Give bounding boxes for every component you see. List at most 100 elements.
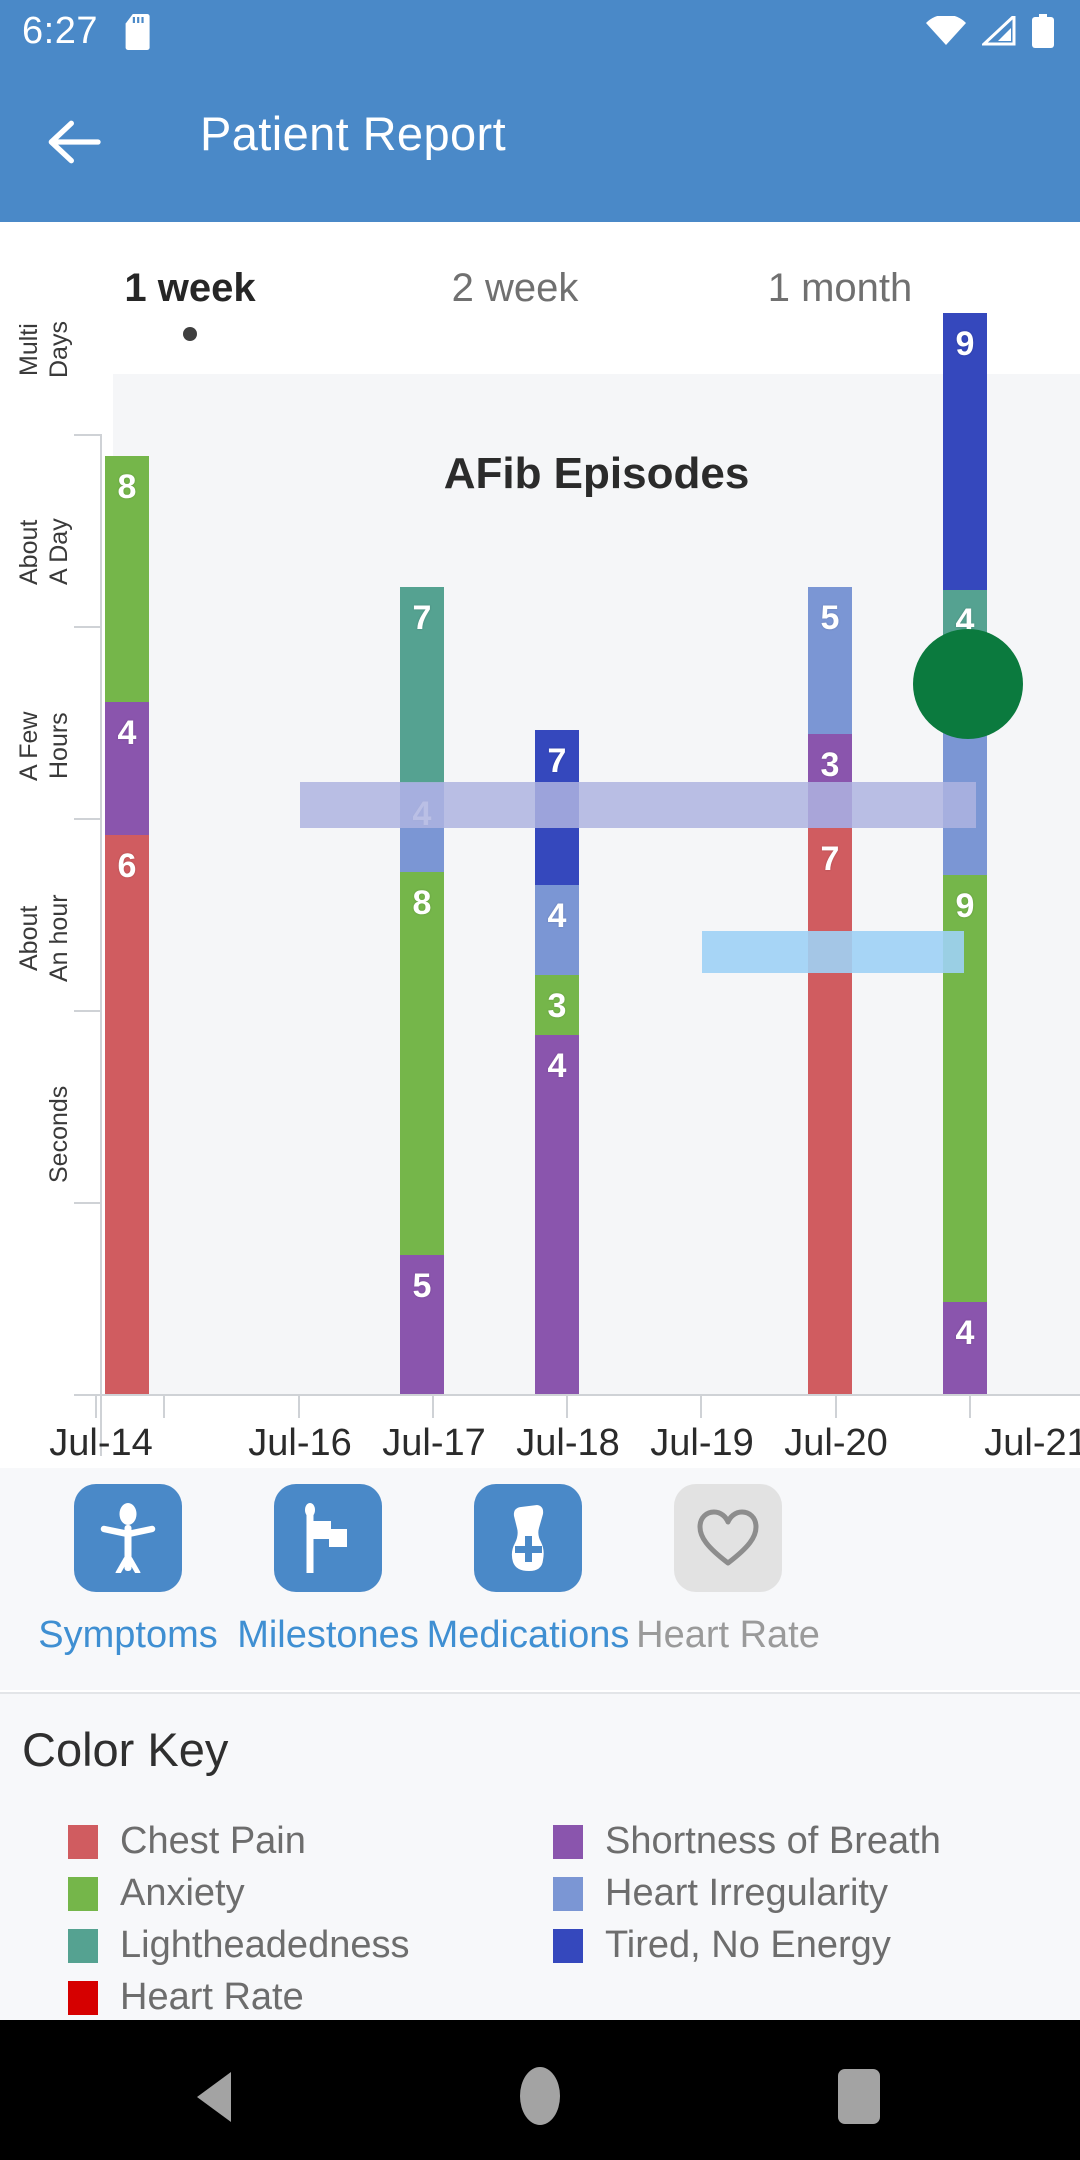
y-axis-label-multi-days: Multi Days	[15, 321, 73, 379]
legend-item-tired-no-energy[interactable]: Tired, No Energy	[553, 1924, 891, 1967]
bar-segment[interactable]: 8	[400, 872, 444, 1255]
legend-swatch	[68, 1876, 98, 1911]
legend-item-shortness-of-breath[interactable]: Shortness of Breath	[553, 1820, 941, 1863]
legend-swatch	[68, 1824, 98, 1859]
flag-icon	[305, 1503, 347, 1573]
bar-segment-value: 6	[117, 847, 137, 885]
nav-back-icon[interactable]	[197, 2072, 231, 2122]
bar-segment[interactable]: 7	[808, 828, 852, 1394]
bar-segment-value: 4	[117, 714, 137, 752]
y-axis-label-seconds: Seconds	[45, 1085, 73, 1183]
legend-swatch	[553, 1928, 583, 1963]
x-axis-tick	[298, 1396, 300, 1418]
bar-segment-value: 5	[412, 1267, 432, 1305]
tab-2-week-label: 2 week	[451, 266, 579, 310]
x-axis-tick	[969, 1396, 971, 1418]
legend-item-heart-irregularity[interactable]: Heart Irregularity	[553, 1872, 888, 1915]
legend-label: Anxiety	[120, 1872, 245, 1914]
filter-heart-rate-button[interactable]: Heart Rate	[636, 1484, 820, 1657]
tab-1-week[interactable]: 1 week	[60, 222, 320, 374]
tab-1-week-label: 1 week	[124, 266, 256, 310]
y-axis-label-a-few-hours: A Few Hours	[15, 711, 73, 781]
plot-area-background	[113, 374, 1080, 1395]
bar-segment[interactable]: 4	[943, 1302, 987, 1394]
y-axis-tick	[74, 434, 102, 436]
bar-segment-value: 9	[955, 325, 975, 363]
x-axis-label: Jul-18	[516, 1422, 620, 1464]
milestone-band-overlay[interactable]	[300, 782, 976, 828]
filter-heart-rate-chip	[674, 1484, 782, 1592]
heart-outline-icon	[697, 1509, 759, 1566]
person-icon	[100, 1503, 156, 1573]
legend-item-lightheadedness[interactable]: Lightheadedness	[68, 1924, 409, 1967]
status-bar-icons	[926, 12, 1054, 50]
filter-heart-rate-label: Heart Rate	[636, 1614, 820, 1656]
android-nav-bar	[0, 2020, 1080, 2160]
bar-segment[interactable]: 4	[535, 885, 579, 975]
bar-segment[interactable]: 7	[400, 587, 444, 783]
legend-item-heart-rate[interactable]: Heart Rate	[68, 1976, 304, 2019]
battery-icon	[1032, 14, 1054, 48]
app-bar: Patient Report	[0, 62, 1080, 222]
bar-segment-value: 7	[820, 840, 840, 878]
sd-card-icon	[125, 14, 150, 50]
wifi-icon	[926, 16, 966, 45]
y-axis-tick	[74, 1010, 102, 1012]
x-axis-tick	[835, 1396, 837, 1418]
range-tab-bar: 1 week 2 week 1 month	[0, 222, 1080, 374]
color-key-title: Color Key	[22, 1723, 229, 1776]
legend-label: Chest Pain	[120, 1820, 306, 1862]
bar-segment[interactable]: 4	[105, 702, 149, 835]
bar-segment-value: 3	[547, 987, 567, 1025]
nav-recents-icon[interactable]	[838, 2069, 880, 2124]
legend-swatch	[553, 1824, 583, 1859]
status-bar-clock: 6:27	[22, 10, 98, 52]
tab-1-month[interactable]: 1 month	[700, 222, 980, 374]
legend-swatch	[68, 1928, 98, 1963]
bar-segment-value: 4	[547, 897, 567, 935]
y-axis-tick	[74, 818, 102, 820]
bar-segment[interactable]: 8	[105, 456, 149, 702]
filter-symptoms-label: Symptoms	[38, 1614, 218, 1656]
tab-active-indicator	[183, 327, 197, 341]
y-axis-tick	[74, 626, 102, 628]
filter-milestones-chip	[274, 1484, 382, 1592]
cellular-signal-icon	[982, 16, 1016, 46]
heart-rate-marker-icon[interactable]	[913, 629, 1023, 739]
nav-home-icon[interactable]	[520, 2067, 560, 2125]
filter-milestones-button[interactable]: Milestones	[237, 1484, 419, 1657]
status-bar: 6:27	[0, 0, 1080, 62]
legend-item-chest-pain[interactable]: Chest Pain	[68, 1820, 306, 1863]
medication-band-overlay[interactable]	[702, 931, 964, 973]
legend-item-anxiety[interactable]: Anxiety	[68, 1872, 245, 1915]
bar-segment[interactable]: 6	[105, 835, 149, 1394]
x-axis-label: Jul-19	[650, 1422, 754, 1464]
legend-label: Heart Irregularity	[605, 1872, 888, 1914]
tab-2-week[interactable]: 2 week	[400, 222, 630, 374]
y-axis-label-about-an-hour: About An hour	[15, 894, 73, 982]
page-title: Patient Report	[200, 107, 507, 160]
bar-segment[interactable]: 5	[808, 587, 852, 734]
arrow-left-icon[interactable]	[42, 110, 106, 174]
x-axis-label: Jul-21	[984, 1422, 1080, 1464]
legend-swatch	[553, 1876, 583, 1911]
bar-segment[interactable]: 3	[535, 975, 579, 1035]
bar-segment-value: 8	[117, 468, 137, 506]
x-axis-tick	[163, 1396, 165, 1418]
filter-medications-chip	[474, 1484, 582, 1592]
bar-segment[interactable]: 9	[943, 313, 987, 590]
filter-symptoms-button[interactable]: Symptoms	[38, 1484, 218, 1657]
filter-medications-label: Medications	[426, 1614, 630, 1656]
color-key-section: Color Key Chest Pain Anxiety Lightheaded…	[0, 1692, 1080, 2020]
y-axis-line	[100, 434, 102, 1456]
x-axis-tick	[432, 1396, 434, 1418]
bar-segment[interactable]: 4	[535, 1035, 579, 1394]
filter-symptoms-chip	[74, 1484, 182, 1592]
filter-medications-button[interactable]: Medications	[427, 1484, 629, 1657]
afib-episodes-chart: AFib Episodes Multi Days About A Day A F…	[0, 313, 1080, 1480]
x-axis-line	[74, 1394, 1080, 1396]
legend-label: Tired, No Energy	[605, 1924, 891, 1966]
bar-segment[interactable]: 5	[400, 1255, 444, 1394]
bar-segment-value: 8	[412, 884, 432, 922]
x-axis-label: Jul-20	[784, 1422, 888, 1464]
